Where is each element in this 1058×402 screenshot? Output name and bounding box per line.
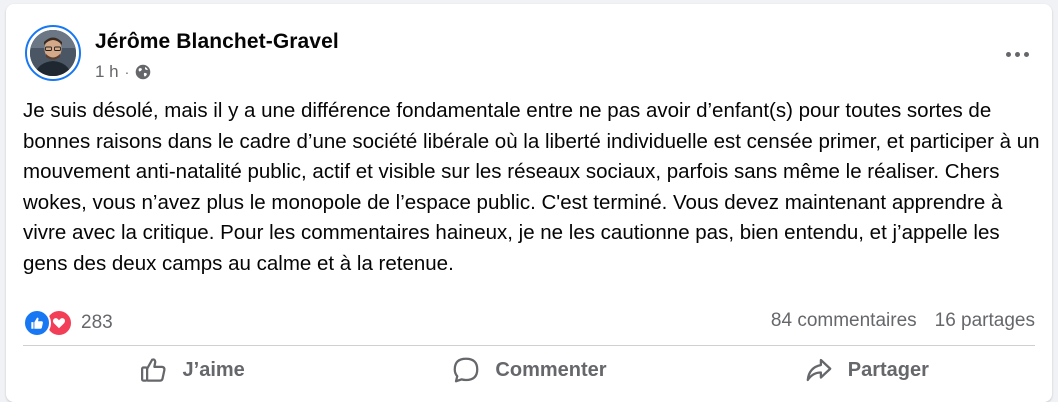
- share-icon: [806, 358, 832, 382]
- post-timestamp[interactable]: 1 h: [95, 62, 119, 82]
- post-card: Jérôme Blanchet-Gravel 1 h · Je suis dés…: [6, 4, 1052, 402]
- share-button[interactable]: Partager: [698, 348, 1035, 392]
- like-icon: [23, 309, 51, 337]
- meta-separator: ·: [124, 64, 130, 80]
- globe-icon[interactable]: [135, 64, 151, 80]
- reactions-summary[interactable]: 283: [23, 309, 113, 337]
- comment-button[interactable]: Commenter: [360, 348, 697, 392]
- avatar[interactable]: [25, 25, 81, 81]
- post-header: Jérôme Blanchet-Gravel 1 h ·: [25, 18, 1035, 88]
- post-meta: 1 h ·: [95, 62, 151, 82]
- post-text: Je suis désolé, mais il y a une différen…: [23, 99, 1040, 275]
- reaction-count: 283: [81, 312, 113, 333]
- shares-count-link[interactable]: 16 partages: [935, 310, 1035, 332]
- action-bar: J’aime Commenter Partager: [23, 348, 1035, 392]
- engagement-counts: 84 commentaires 16 partages: [771, 310, 1035, 332]
- like-label: J’aime: [182, 358, 245, 381]
- avatar-image: [30, 30, 76, 76]
- thumbs-up-icon: [140, 358, 166, 382]
- post-stats: 283 84 commentaires 16 partages: [23, 307, 1035, 337]
- share-label: Partager: [847, 358, 929, 381]
- divider: [23, 345, 1035, 346]
- comments-count-link[interactable]: 84 commentaires: [771, 310, 917, 332]
- comment-label: Commenter: [495, 358, 607, 381]
- author-name[interactable]: Jérôme Blanchet-Gravel: [95, 30, 339, 54]
- more-options-button[interactable]: [999, 42, 1035, 66]
- comment-icon: [454, 357, 479, 383]
- like-button[interactable]: J’aime: [23, 348, 360, 392]
